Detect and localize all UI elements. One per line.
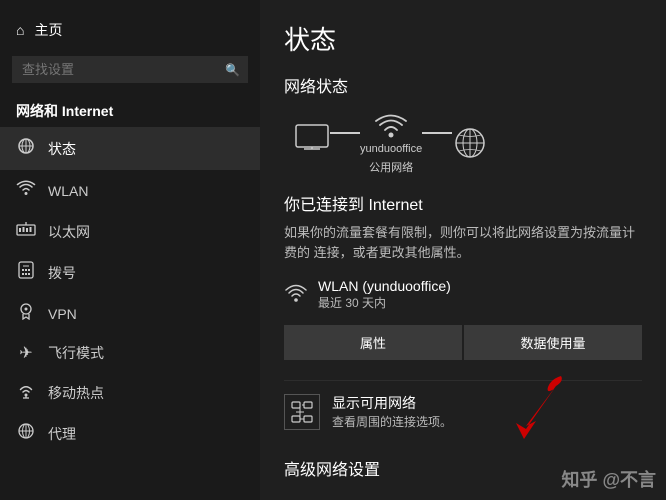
net-line-1 [330,132,360,134]
data-usage-button[interactable]: 数据使用量 [464,325,642,360]
sidebar-item-wlan[interactable]: WLAN [0,170,260,211]
net-line-2 [422,132,452,134]
sidebar-item-dialup[interactable]: 拨号 [0,252,260,293]
connected-title: 你已连接到 Internet [284,191,642,215]
properties-button[interactable]: 属性 [284,325,462,360]
wlan-signal-icon [284,282,308,307]
wlan-icon [16,179,36,202]
sidebar-item-ethernet-label: 以太网 [48,222,90,242]
monitor-spacer [294,157,330,163]
connected-sub: 如果你的流量套餐有限制，则你可以将此网络设置为按流量计费的 连接，或者更改其他属… [284,223,642,262]
main-wrapper: 状态 网络状态 yu [260,0,666,500]
show-networks-row[interactable]: 显示可用网络 查看周围的连接选项。 [284,380,642,442]
page-title: 状态 [284,20,642,57]
wifi-svg [373,111,409,139]
sidebar-home-label: 主页 [34,20,62,40]
status-icon [16,136,36,161]
proxy-icon [16,422,36,445]
search-input[interactable] [12,56,248,83]
sidebar-search-container: 🔍 [12,56,248,83]
wlan-days: 最近 30 天内 [318,294,451,311]
show-networks-title: 显示可用网络 [332,393,452,413]
network-diagram: yunduooffice 公用网络 [284,111,642,175]
network-status-title: 网络状态 [284,73,642,97]
globe-svg [452,125,488,161]
wlan-name: WLAN (yunduooffice) [318,278,451,294]
sidebar-item-proxy[interactable]: 代理 [0,413,260,454]
sidebar-item-airplane-label: 飞行模式 [48,343,104,363]
sidebar-item-wlan-label: WLAN [48,183,88,199]
sidebar-section-title: 网络和 Internet [0,93,260,127]
dialup-icon [16,261,36,284]
monitor-icon-group [294,123,330,163]
home-icon: ⌂ [16,22,24,38]
ethernet-icon [16,220,36,243]
btn-row: 属性 数据使用量 [284,325,642,360]
network-name-label: yunduooffice [360,143,422,155]
wlan-row: WLAN (yunduooffice) 最近 30 天内 [284,278,642,311]
sidebar: ⌂ 主页 🔍 网络和 Internet 状态 [0,0,260,500]
sidebar-item-vpn[interactable]: VPN [0,293,260,334]
sidebar-item-status[interactable]: 状态 [0,127,260,170]
sidebar-item-dialup-label: 拨号 [48,263,76,283]
airplane-icon: ✈ [16,343,36,363]
globe-icon-group [452,125,488,161]
sidebar-item-vpn-label: VPN [48,306,77,322]
monitor-svg [294,123,330,153]
sidebar-item-status-label: 状态 [48,139,76,159]
sidebar-item-ethernet[interactable]: 以太网 [0,211,260,252]
wifi-icon-group: yunduooffice 公用网络 [360,111,422,175]
show-networks-sub: 查看周围的连接选项。 [332,413,452,430]
network-type-label: 公用网络 [369,159,413,175]
vpn-icon [16,302,36,325]
sidebar-home-button[interactable]: ⌂ 主页 [0,10,260,50]
search-icon: 🔍 [225,63,240,77]
main-content: 状态 网络状态 yu [260,0,666,500]
hotspot-icon [16,381,36,404]
zhihu-watermark: 知乎 @不言 [561,466,656,492]
sidebar-item-hotspot-label: 移动热点 [48,383,104,403]
sidebar-item-airplane[interactable]: ✈ 飞行模式 [0,334,260,372]
wlan-info: WLAN (yunduooffice) 最近 30 天内 [318,278,451,311]
show-networks-icon [284,394,320,430]
sidebar-item-hotspot[interactable]: 移动热点 [0,372,260,413]
sidebar-item-proxy-label: 代理 [48,424,76,444]
show-networks-text: 显示可用网络 查看周围的连接选项。 [332,393,452,430]
